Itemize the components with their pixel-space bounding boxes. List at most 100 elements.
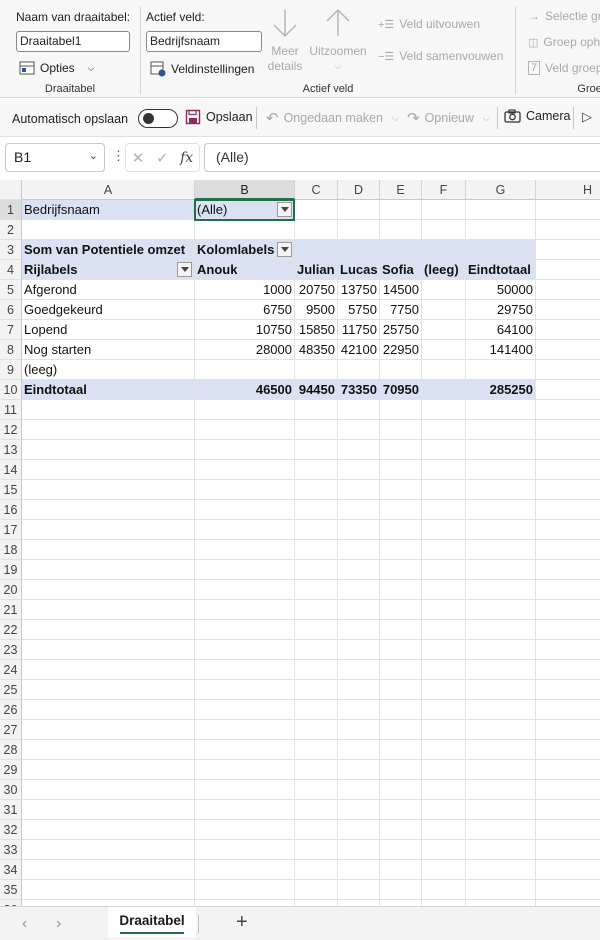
chevron-left-icon[interactable]: ‹ (22, 915, 27, 933)
row-header-13[interactable]: 13 (0, 440, 22, 460)
row-header-6[interactable]: 6 (0, 300, 22, 320)
row-header-14[interactable]: 14 (0, 460, 22, 480)
row-header-23[interactable]: 23 (0, 640, 22, 660)
ungroup-button[interactable]: ◫ Groep oph (528, 35, 600, 49)
row-header-28[interactable]: 28 (0, 740, 22, 760)
filter-field-label: Bedrijfsnaam (24, 202, 100, 217)
row-header-12[interactable]: 12 (0, 420, 22, 440)
gridline (22, 499, 600, 500)
name-box[interactable]: B1 ⌄ (5, 143, 105, 172)
row-header-31[interactable]: 31 (0, 800, 22, 820)
more-options-icon[interactable]: ⋮ (112, 148, 125, 164)
gridline (22, 679, 600, 680)
pivot-value-cell: 29750 (496, 302, 533, 317)
pivot-name-input[interactable]: Draaitabel1 (16, 31, 130, 52)
pivot-column-header: Lucas (340, 262, 378, 277)
pivot-value-cell: 25750 (382, 322, 419, 337)
overflow-button[interactable]: ▷ (582, 109, 592, 125)
row-header-21[interactable]: 21 (0, 600, 22, 620)
row-header-17[interactable]: 17 (0, 520, 22, 540)
active-field-input[interactable]: Bedrijfsnaam (146, 31, 262, 52)
chevron-right-icon[interactable]: › (56, 915, 61, 933)
row-header-15[interactable]: 15 (0, 480, 22, 500)
select-all-corner[interactable] (0, 180, 22, 200)
row-header-24[interactable]: 24 (0, 660, 22, 680)
row-header-4[interactable]: 4 (0, 260, 22, 280)
autosave-toggle[interactable] (138, 109, 179, 128)
column-header-d[interactable]: D (338, 180, 380, 200)
row-header-1[interactable]: 1 (0, 200, 22, 220)
column-header-e[interactable]: E (380, 180, 422, 200)
row-header-35[interactable]: 35 (0, 880, 22, 900)
pivot-value-cell: 13750 (340, 282, 377, 297)
pivot-value-cell: 73350 (340, 382, 377, 397)
pivot-value-cell (422, 380, 465, 400)
row-header-26[interactable]: 26 (0, 700, 22, 720)
row-header-11[interactable]: 11 (0, 400, 22, 420)
column-header-h[interactable]: H (536, 180, 600, 200)
pivot-value-cell (380, 360, 421, 380)
row-header-20[interactable]: 20 (0, 580, 22, 600)
save-button[interactable]: Opslaan (185, 109, 253, 125)
column-header-b[interactable]: B (195, 180, 295, 200)
column-labels-header: Kolomlabels (197, 242, 275, 257)
gridline (22, 459, 600, 460)
sheet-tab-draaitabel[interactable]: Draaitabel (108, 907, 196, 937)
drill-up-button[interactable]: Uitzoomen ⌵ (307, 8, 369, 74)
cancel-icon[interactable]: ✕ (132, 149, 145, 167)
row-header-32[interactable]: 32 (0, 820, 22, 840)
pivot-value-cell: 22950 (382, 342, 419, 357)
ungroup-label: Groep oph (543, 35, 600, 49)
column-header-g[interactable]: G (466, 180, 536, 200)
gridline (22, 559, 600, 560)
gridline (22, 759, 600, 760)
formula-input[interactable]: (Alle) (204, 143, 600, 172)
save-icon (185, 109, 201, 125)
pivot-value-cell: 11750 (341, 322, 377, 337)
options-button[interactable]: Opties ⌵ (19, 61, 95, 75)
column-header-f[interactable]: F (422, 180, 466, 200)
autosave-label: Automatisch opslaan (12, 111, 129, 126)
row-header-9[interactable]: 9 (0, 360, 22, 380)
expand-field-button[interactable]: +☰ Veld uitvouwen (378, 17, 480, 31)
pivot-value-cell: 64100 (496, 322, 533, 337)
row-header-10[interactable]: 10 (0, 380, 22, 400)
row-header-25[interactable]: 25 (0, 680, 22, 700)
row-header-27[interactable]: 27 (0, 720, 22, 740)
row-header-7[interactable]: 7 (0, 320, 22, 340)
row-header-16[interactable]: 16 (0, 500, 22, 520)
column-labels-dropdown-button[interactable] (277, 242, 292, 257)
drill-up-label: Uitzoomen (309, 44, 367, 58)
row-header-30[interactable]: 30 (0, 780, 22, 800)
column-header-c[interactable]: C (295, 180, 338, 200)
row-header-29[interactable]: 29 (0, 760, 22, 780)
insert-function-icon[interactable]: fx (180, 150, 193, 166)
collapse-field-button[interactable]: −☰ Veld samenvouwen (378, 49, 503, 63)
pivot-value-cell (422, 280, 465, 300)
undo-button[interactable]: ↶ Ongedaan maken ⌵ (266, 109, 399, 127)
column-header-a[interactable]: A (22, 180, 195, 200)
field-settings-button[interactable]: Veldinstellingen (150, 61, 254, 77)
group-field-button[interactable]: 7 Veld groep (528, 61, 600, 75)
row-header-3[interactable]: 3 (0, 240, 22, 260)
row-header-2[interactable]: 2 (0, 220, 22, 240)
add-sheet-button[interactable]: + (236, 911, 248, 934)
row-header-34[interactable]: 34 (0, 860, 22, 880)
confirm-icon[interactable]: ✓ (156, 149, 169, 167)
group-selection-button[interactable]: → Selectie gr (528, 9, 600, 23)
tab-divider (198, 915, 199, 933)
row-header-22[interactable]: 22 (0, 620, 22, 640)
row-header-8[interactable]: 8 (0, 340, 22, 360)
row-header-33[interactable]: 33 (0, 840, 22, 860)
pivot-value-cell: 48350 (298, 342, 335, 357)
redo-button[interactable]: ↷ Opnieuw ⌵ (407, 109, 490, 127)
row-labels-header: Rijlabels (24, 262, 78, 277)
row-header-19[interactable]: 19 (0, 560, 22, 580)
camera-button[interactable]: Camera (504, 109, 570, 123)
row-header-18[interactable]: 18 (0, 540, 22, 560)
drill-down-button[interactable]: Meer details (265, 8, 305, 74)
row-labels-dropdown-button[interactable] (177, 262, 192, 277)
gridline (22, 519, 600, 520)
row-header-5[interactable]: 5 (0, 280, 22, 300)
spreadsheet-grid[interactable]: ABCDEFGH 1 2 3 4 5 6 7 8 9 10 11 12 13 14 15 16 17 18 19 20… (0, 180, 600, 906)
